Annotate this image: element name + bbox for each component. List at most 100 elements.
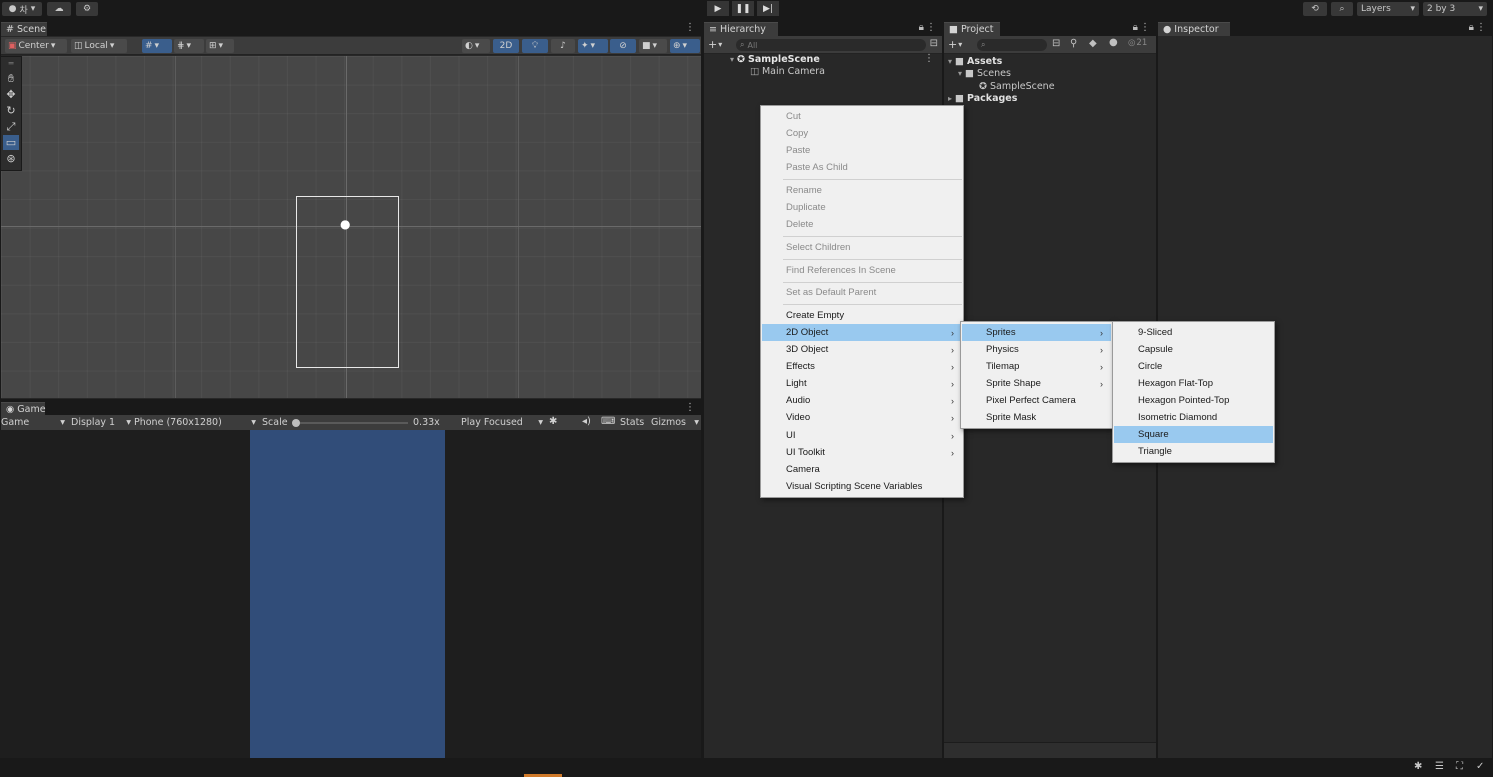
layers-dropdown[interactable]: Layers ▾ <box>1357 2 1419 16</box>
info-icon[interactable]: ● <box>1109 37 1118 48</box>
menu-item-select-children[interactable]: Select Children <box>762 239 962 256</box>
scene-options-icon[interactable]: ⋮ <box>924 53 934 64</box>
menu-item-triangle[interactable]: Triangle <box>1114 443 1273 460</box>
more-options-icon[interactable]: ⋮ <box>1476 22 1486 33</box>
more-options-icon[interactable]: ⋮ <box>1140 22 1150 33</box>
lock-icon[interactable]: 🔒︎ <box>1133 22 1138 33</box>
transform-tool-icon[interactable]: ⊛ <box>3 151 19 166</box>
resolution-dropdown[interactable]: Phone (760x1280) ▾ <box>134 417 256 428</box>
account-dropdown[interactable]: ● 차 ▾ <box>2 2 42 16</box>
menu-item-circle[interactable]: Circle <box>1114 358 1273 375</box>
game-viewport[interactable] <box>0 430 701 758</box>
tab-inspector[interactable]: ● Inspector <box>1158 22 1230 36</box>
menu-item-set-default-parent[interactable]: Set as Default Parent <box>762 284 962 301</box>
project-folder-packages[interactable]: ▸ ■ Packages <box>948 92 1017 104</box>
search-options-icon[interactable]: ⊟ <box>930 38 938 49</box>
menu-item-hexagon-pointed-top[interactable]: Hexagon Pointed-Top <box>1114 392 1273 409</box>
pivot-center-dropdown[interactable]: ▣ Center ▾ <box>5 39 67 53</box>
menu-item-delete[interactable]: Delete <box>762 216 962 233</box>
menu-item-rename[interactable]: Rename <box>762 182 962 199</box>
menu-item-visual-scripting[interactable]: Visual Scripting Scene Variables <box>762 478 962 495</box>
menu-item-video[interactable]: Video › <box>762 409 962 426</box>
audio-toggle[interactable]: ♪ <box>551 39 575 53</box>
menu-item-paste[interactable]: Paste <box>762 142 962 159</box>
move-tool-icon[interactable]: ✥ <box>3 87 19 102</box>
display-dropdown[interactable]: Display 1 ▾ <box>71 417 131 428</box>
menu-item-find-references[interactable]: Find References In Scene <box>762 262 962 279</box>
debug-icon[interactable]: ✱ <box>1414 761 1422 772</box>
rotate-tool-icon[interactable]: ↻ <box>3 103 19 118</box>
check-circle-icon[interactable]: ✓ <box>1476 761 1484 772</box>
gizmos-dropdown[interactable]: ⊕ ▾ <box>670 39 700 53</box>
list-item[interactable]: ◫ Main Camera <box>750 65 825 77</box>
search-button[interactable]: ⌕ <box>1331 2 1353 16</box>
lighting-toggle[interactable]: 💡︎ <box>522 39 548 53</box>
menu-item-3d-object[interactable]: 3D Object › <box>762 341 962 358</box>
create-asset-button[interactable]: + ▾ <box>948 38 962 51</box>
camera-dropdown[interactable]: ■ ▾ <box>639 39 667 53</box>
menu-item-camera[interactable]: Camera <box>762 461 962 478</box>
project-asset-samplescene[interactable]: ✪ SampleScene <box>979 80 1055 92</box>
network-icon[interactable]: ⛶ <box>1456 761 1463 772</box>
menu-item-capsule[interactable]: Capsule <box>1114 341 1273 358</box>
services-button[interactable]: ⚙ <box>76 2 98 16</box>
play-focused-dropdown[interactable]: Play Focused ▾ <box>461 417 543 428</box>
menu-item-physics[interactable]: Physics › <box>962 341 1111 358</box>
menu-item-sprite-mask[interactable]: Sprite Mask <box>962 409 1111 426</box>
menu-item-sprites[interactable]: Sprites › <box>962 324 1111 341</box>
menu-item-copy[interactable]: Copy <box>762 125 962 142</box>
project-folder-assets[interactable]: ▾ ■ Assets <box>948 55 1002 67</box>
2d-mode-toggle[interactable]: 2D <box>493 39 519 53</box>
shading-mode-dropdown[interactable]: ◐ ▾ <box>462 39 490 53</box>
database-icon[interactable]: ☰ <box>1435 761 1444 772</box>
menu-item-ui-toolkit[interactable]: UI Toolkit › <box>762 444 962 461</box>
camera-gizmo-icon[interactable]: ● <box>340 218 354 230</box>
lock-icon[interactable]: 🔒︎ <box>1469 22 1474 33</box>
effects-dropdown[interactable]: ✦ ▾ <box>578 39 608 53</box>
lock-icon[interactable]: 🔒︎ <box>919 22 924 33</box>
menu-item-ui[interactable]: UI › <box>762 427 962 444</box>
menu-item-effects[interactable]: Effects › <box>762 358 962 375</box>
menu-item-hexagon-flat-top[interactable]: Hexagon Flat-Top <box>1114 375 1273 392</box>
tab-game[interactable]: ◉ Game <box>1 402 46 416</box>
menu-item-paste-as-child[interactable]: Paste As Child <box>762 159 962 176</box>
layout-dropdown[interactable]: 2 by 3 ▾ <box>1423 2 1487 16</box>
more-options-icon[interactable]: ⋮ <box>685 402 695 413</box>
step-button[interactable]: ▶| <box>757 1 779 16</box>
menu-item-square[interactable]: Square <box>1114 426 1273 443</box>
bug-icon[interactable]: ✱ <box>549 416 557 427</box>
play-button[interactable]: ▶ <box>707 1 729 16</box>
hierarchy-scene-row[interactable]: ▾ ✪ SampleScene <box>730 53 820 65</box>
mute-audio-icon[interactable]: ◂) <box>582 416 591 427</box>
tag-icon[interactable]: ◆ <box>1089 38 1097 49</box>
tab-hierarchy[interactable]: ≡ Hierarchy <box>704 22 778 36</box>
snap-toggle[interactable]: ⋕ ▾ <box>174 39 204 53</box>
drag-handle-icon[interactable]: ═ <box>3 58 19 68</box>
keyboard-icon[interactable]: ⌨ <box>601 416 615 427</box>
game-mode-dropdown[interactable]: Game ▾ <box>1 417 65 428</box>
project-folder-scenes[interactable]: ▾ ■ Scenes <box>958 67 1011 79</box>
filter-type-icon[interactable]: ⚲ <box>1070 38 1077 49</box>
grid-toggle[interactable]: # ▾ <box>142 39 172 53</box>
menu-item-light[interactable]: Light › <box>762 375 962 392</box>
gizmos-game-dropdown[interactable]: Gizmos ▾ <box>651 417 699 428</box>
hand-tool-icon[interactable]: ✋︎ <box>3 71 19 86</box>
scale-tool-icon[interactable]: ⤢ <box>3 119 19 134</box>
scene-viewport[interactable]: ● <box>1 56 701 398</box>
menu-item-tilemap[interactable]: Tilemap › <box>962 358 1111 375</box>
scale-slider[interactable] <box>292 419 408 427</box>
menu-item-cut[interactable]: Cut <box>762 108 962 125</box>
rect-tool-icon[interactable]: ▭ <box>3 135 19 150</box>
menu-item-pixel-perfect-camera[interactable]: Pixel Perfect Camera <box>962 392 1111 409</box>
hidden-packages-toggle[interactable]: ◎ 21 <box>1128 38 1147 48</box>
pivot-local-dropdown[interactable]: ◫ Local ▾ <box>71 39 127 53</box>
history-button[interactable]: ⟲ <box>1303 2 1327 16</box>
menu-item-isometric-diamond[interactable]: Isometric Diamond <box>1114 409 1273 426</box>
hidden-objects-toggle[interactable]: ⊘ <box>610 39 636 53</box>
tab-project[interactable]: ■ Project <box>944 22 1000 36</box>
menu-item-9-sliced[interactable]: 9-Sliced <box>1114 324 1273 341</box>
project-search-input[interactable]: ⌕ <box>977 39 1047 51</box>
hierarchy-search-input[interactable]: ⌕ All <box>736 39 926 51</box>
create-button[interactable]: + ▾ <box>708 38 722 51</box>
search-options-icon[interactable]: ⊟ <box>1052 38 1060 49</box>
